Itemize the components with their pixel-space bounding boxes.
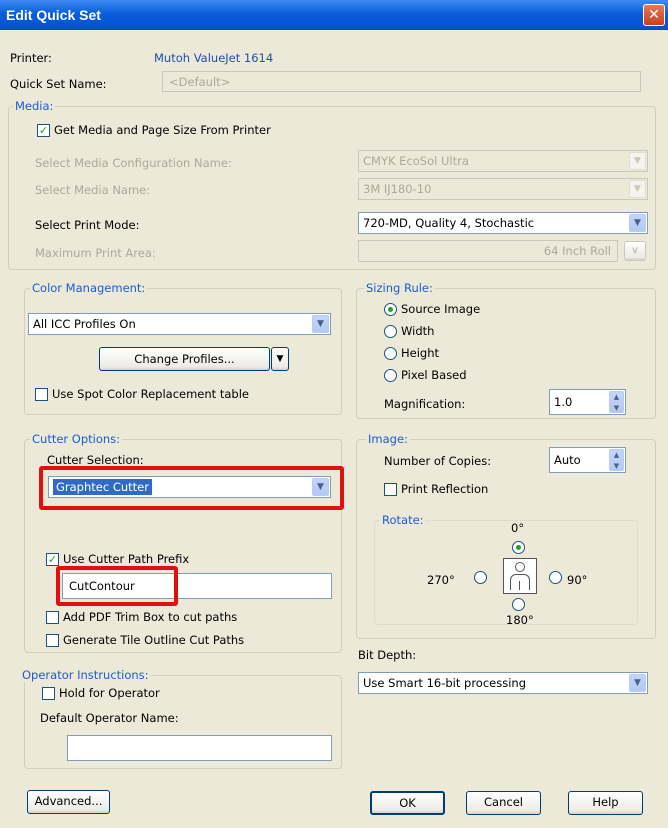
sizing-source-radio[interactable]	[384, 303, 397, 316]
media-name-select[interactable]: 3M IJ180-10 ▼	[358, 178, 648, 200]
magnification-spinner[interactable]: 1.0 ▲ ▼	[549, 389, 626, 415]
change-profiles-button[interactable]: Change Profiles...	[99, 347, 270, 371]
triangle-down-icon: ▼	[276, 354, 284, 364]
spin-arrows-icon[interactable]: ▲ ▼	[609, 449, 624, 471]
magnification-value: 1.0	[554, 395, 573, 409]
rotate-90-radio[interactable]	[549, 571, 562, 584]
spot-color-checkbox[interactable]	[35, 388, 48, 401]
title-bar: Edit Quick Set	[0, 0, 668, 30]
rotate-90-label: 90°	[567, 573, 588, 587]
sizing-width-label: Width	[401, 324, 435, 338]
quick-set-name-field[interactable]: <Default>	[162, 71, 641, 92]
sizing-pixel-radio[interactable]	[384, 369, 397, 382]
window-title: Edit Quick Set	[6, 7, 101, 23]
image-caption: Image:	[366, 432, 410, 446]
media-caption: Media:	[13, 99, 56, 113]
help-button[interactable]: Help	[568, 791, 643, 815]
copies-label: Number of Copies:	[384, 454, 492, 468]
person-orientation-icon	[503, 558, 537, 594]
rotate-0-label: 0°	[511, 521, 525, 535]
icc-profiles-select[interactable]: All ICC Profiles On ▼	[28, 313, 331, 335]
spin-arrows-icon[interactable]: ▲ ▼	[609, 391, 624, 413]
chevron-down-icon: ▼	[629, 180, 646, 198]
copies-value: Auto	[554, 453, 581, 467]
hold-operator-label: Hold for Operator	[59, 686, 160, 700]
color-management-caption: Color Management:	[30, 281, 148, 295]
printer-value: Mutoh ValueJet 1614	[154, 51, 274, 65]
spot-color-label: Use Spot Color Replacement table	[52, 387, 249, 401]
cancel-button[interactable]: Cancel	[466, 791, 541, 815]
max-area-button[interactable]: v	[624, 241, 646, 261]
print-mode-value: 720-MD, Quality 4, Stochastic	[363, 216, 535, 230]
bit-depth-select[interactable]: Use Smart 16-bit processing ▼	[358, 672, 648, 694]
media-config-select[interactable]: CMYK EcoSol Ultra ▼	[358, 150, 648, 172]
change-profiles-dropdown[interactable]: ▼	[271, 347, 289, 371]
rotate-270-label: 270°	[427, 573, 455, 587]
ok-button[interactable]: OK	[370, 791, 445, 815]
print-reflection-label: Print Reflection	[401, 482, 489, 496]
print-mode-select[interactable]: 720-MD, Quality 4, Stochastic ▼	[358, 212, 648, 234]
chevron-down-icon: ▼	[629, 214, 646, 232]
cutter-selection-highlight	[39, 466, 344, 510]
get-media-label: Get Media and Page Size From Printer	[54, 123, 271, 137]
tile-outline-checkbox[interactable]	[46, 634, 59, 647]
sizing-source-label: Source Image	[401, 302, 481, 316]
rotate-180-radio[interactable]	[512, 598, 525, 611]
icc-profiles-value: All ICC Profiles On	[33, 317, 136, 331]
default-operator-label: Default Operator Name:	[40, 711, 179, 725]
rotate-0-radio[interactable]	[512, 541, 525, 554]
cutter-prefix-checkbox[interactable]: ✓	[46, 553, 59, 566]
media-config-value: CMYK EcoSol Ultra	[363, 154, 469, 168]
pdf-trim-checkbox[interactable]	[46, 611, 59, 624]
hold-operator-checkbox[interactable]	[42, 687, 55, 700]
copies-spinner[interactable]: Auto ▲ ▼	[549, 447, 626, 473]
max-area-label: Maximum Print Area:	[35, 246, 156, 260]
media-name-value: 3M IJ180-10	[363, 182, 432, 196]
magnification-label: Magnification:	[384, 397, 466, 411]
max-area-field: 64 Inch Roll	[358, 240, 618, 262]
close-button[interactable]: ✕	[643, 4, 665, 26]
chevron-down-icon: ▼	[629, 674, 646, 692]
media-config-label: Select Media Configuration Name:	[35, 156, 232, 170]
sizing-height-label: Height	[401, 346, 440, 360]
advanced-button[interactable]: Advanced...	[27, 790, 110, 814]
cutter-selection-label: Cutter Selection:	[47, 453, 144, 467]
sizing-rule-caption: Sizing Rule:	[364, 281, 435, 295]
cutter-options-caption: Cutter Options:	[30, 432, 123, 446]
print-mode-label: Select Print Mode:	[35, 218, 140, 232]
sizing-pixel-label: Pixel Based	[401, 368, 467, 382]
printer-label: Printer:	[10, 51, 52, 65]
media-name-label: Select Media Name:	[35, 183, 151, 197]
bit-depth-value: Use Smart 16-bit processing	[363, 676, 526, 690]
sizing-height-radio[interactable]	[384, 347, 397, 360]
chevron-down-icon: ▼	[629, 152, 646, 170]
get-media-checkbox[interactable]: ✓	[37, 124, 50, 137]
pdf-trim-label: Add PDF Trim Box to cut paths	[63, 610, 238, 624]
cutter-prefix-label: Use Cutter Path Prefix	[63, 552, 190, 566]
cutter-prefix-highlight	[56, 566, 178, 606]
tile-outline-label: Generate Tile Outline Cut Paths	[63, 633, 245, 647]
rotate-caption: Rotate:	[380, 513, 426, 527]
bit-depth-label: Bit Depth:	[358, 648, 417, 662]
rotate-180-label: 180°	[506, 613, 534, 627]
quick-set-name-label: Quick Set Name:	[10, 77, 107, 91]
rotate-270-radio[interactable]	[474, 571, 487, 584]
chevron-down-icon: ▼	[312, 315, 329, 333]
sizing-width-radio[interactable]	[384, 325, 397, 338]
default-operator-field[interactable]	[67, 735, 332, 761]
close-icon: ✕	[648, 7, 660, 23]
print-reflection-checkbox[interactable]	[384, 483, 397, 496]
operator-caption: Operator Instructions:	[20, 668, 151, 682]
